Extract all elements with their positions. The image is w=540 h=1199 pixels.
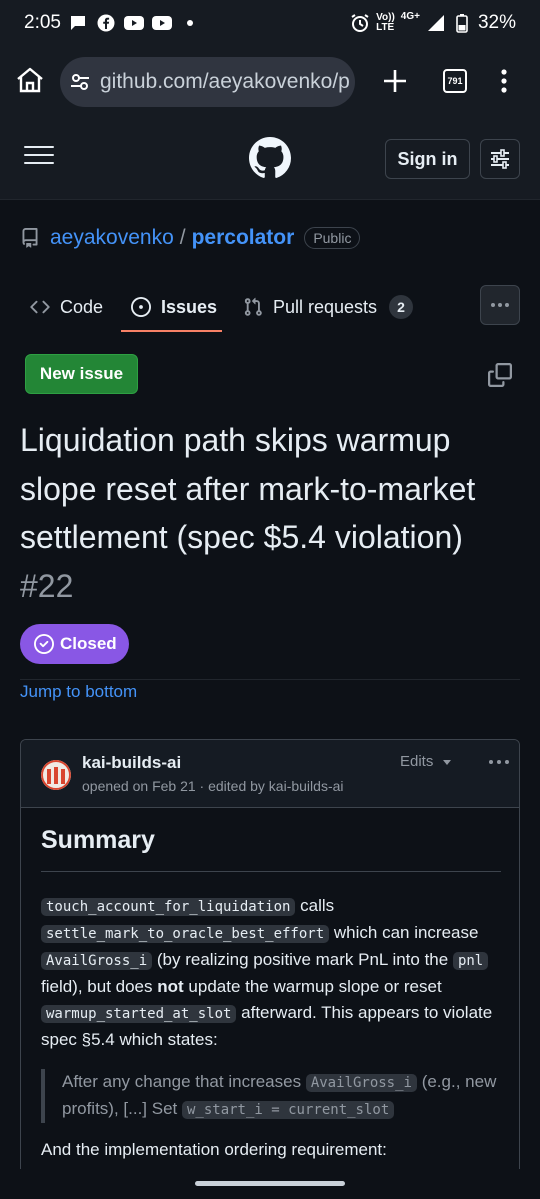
comment-body: Summary touch_account_for_liquidation ca…: [41, 826, 501, 1163]
repo-separator: /: [179, 226, 186, 249]
signal-label: 4G+: [400, 11, 420, 22]
ordering-paragraph: And the implementation ordering requirem…: [41, 1140, 387, 1159]
home-icon[interactable]: [14, 64, 46, 100]
issue-number: #22: [20, 567, 74, 604]
summary-paragraph: touch_account_for_liquidation calls sett…: [41, 896, 493, 1049]
repo-name-link[interactable]: percolator: [192, 226, 295, 250]
spec-blockquote: After any change that increases AvailGro…: [41, 1069, 501, 1123]
alarm-icon: [350, 13, 370, 33]
battery-percent: 32%: [477, 12, 516, 33]
pull-request-count-badge: 2: [389, 295, 414, 319]
more-vert-icon[interactable]: [494, 66, 514, 96]
repo-owner-link[interactable]: aeyakovenko: [50, 226, 174, 250]
volte-label: Vo)) LTE: [376, 12, 395, 33]
tab-code[interactable]: Code: [30, 292, 103, 322]
bold-text: not: [157, 977, 184, 996]
repo-nav-tabs: Code Issues Pull requests 2: [0, 280, 540, 334]
settings-sliders-icon[interactable]: [480, 139, 520, 179]
triangle-down-icon: [443, 759, 452, 765]
facebook-icon: [96, 13, 116, 33]
issue-opened-icon: [131, 297, 151, 317]
comment-author[interactable]: kai-builds-ai: [82, 753, 181, 773]
message-icon: [68, 13, 88, 33]
inline-code: AvailGross_i: [41, 952, 153, 970]
edits-dropdown[interactable]: Edits: [400, 753, 453, 770]
address-bar[interactable]: github.com/aeyakovenko/p: [60, 57, 355, 107]
issue-title-text: Liquidation path skips warmup slope rese…: [20, 422, 476, 555]
edits-label: Edits: [400, 753, 434, 770]
jump-to-bottom-link[interactable]: Jump to bottom: [20, 682, 137, 702]
sign-in-button[interactable]: Sign in: [385, 139, 470, 179]
inline-code: w_start_i = current_slot: [181, 1101, 395, 1119]
signal-icon: [426, 13, 446, 33]
issue-title: Liquidation path skips warmup slope rese…: [20, 416, 520, 610]
issue-closed-icon: [34, 634, 54, 654]
issue-comment: kai-builds-ai opened on Feb 21 · edited …: [20, 739, 520, 1199]
visibility-badge: Public: [304, 227, 361, 249]
github-logo-icon[interactable]: [249, 137, 291, 179]
url-text[interactable]: github.com/aeyakovenko/p: [100, 70, 350, 94]
inline-code: warmup_started_at_slot: [41, 1005, 237, 1023]
site-info-icon[interactable]: [68, 70, 92, 94]
code-icon: [30, 300, 50, 314]
inline-code: pnl: [452, 952, 489, 970]
notification-icons: [68, 13, 200, 33]
more-tabs-button[interactable]: [480, 285, 520, 325]
gesture-handle[interactable]: [195, 1181, 345, 1186]
copy-icon[interactable]: [488, 363, 512, 387]
repo-icon: [20, 227, 40, 249]
battery-icon: [452, 13, 472, 33]
browser-toolbar: github.com/aeyakovenko/p 791: [0, 48, 540, 120]
avatar[interactable]: [41, 760, 71, 790]
kebab-horizontal-icon: [491, 303, 509, 307]
header-divider: [20, 679, 520, 680]
youtube-icon: [124, 13, 144, 33]
hamburger-menu-icon[interactable]: [24, 146, 54, 170]
comment-header: kai-builds-ai opened on Feb 21 · edited …: [21, 740, 519, 808]
status-bar: 2:05 Vo)) LTE 4G+ 32%: [0, 0, 540, 48]
repo-header: aeyakovenko / percolator Public: [20, 225, 361, 251]
inline-code: touch_account_for_liquidation: [41, 898, 296, 916]
git-pull-request-icon: [244, 297, 262, 316]
inline-code: AvailGross_i: [305, 1074, 417, 1092]
tab-switcher-button[interactable]: 791: [443, 69, 467, 93]
tab-pull-requests[interactable]: Pull requests 2: [243, 292, 414, 322]
comment-options-icon[interactable]: [487, 754, 511, 770]
summary-heading: Summary: [41, 826, 501, 872]
tab-issues-label: Issues: [161, 296, 218, 317]
system-navigation-bar: [0, 1169, 540, 1199]
new-issue-button[interactable]: New issue: [25, 354, 138, 394]
tab-pull-requests-label: Pull requests: [273, 296, 378, 317]
active-tab-indicator: [121, 330, 222, 332]
comment-meta: opened on Feb 21 · edited by kai-builds-…: [82, 778, 344, 794]
tab-issues[interactable]: Issues: [131, 292, 217, 322]
new-tab-icon[interactable]: [380, 66, 410, 96]
github-header: Sign in: [0, 120, 540, 200]
dot-icon: [180, 13, 200, 33]
issue-state-badge: Closed: [20, 624, 129, 664]
youtube-icon: [152, 13, 172, 33]
tab-code-label: Code: [60, 296, 104, 317]
system-icons: Vo)) LTE 4G+ 32%: [350, 12, 516, 34]
issue-state-label: Closed: [60, 634, 117, 653]
status-time: 2:05: [24, 12, 61, 33]
inline-code: settle_mark_to_oracle_best_effort: [41, 925, 330, 943]
